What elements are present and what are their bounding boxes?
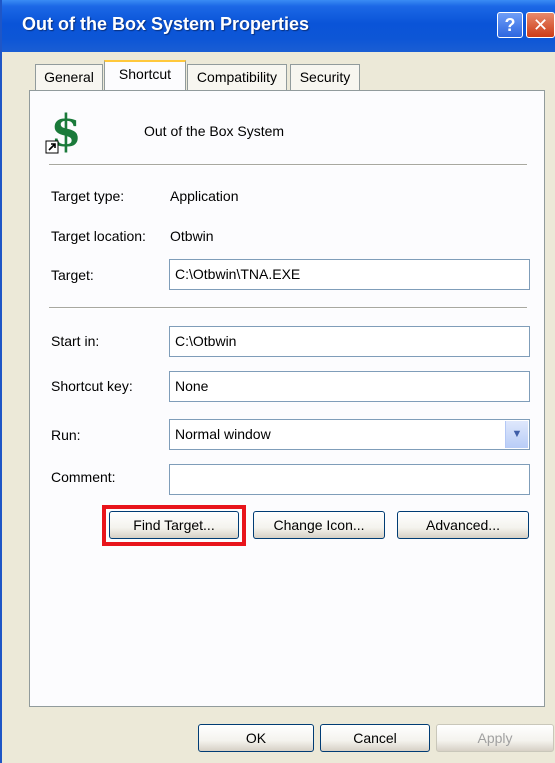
change-icon-button[interactable]: Change Icon... (253, 511, 385, 539)
properties-window: Out of the Box System Properties ? ✕ Gen… (0, 0, 555, 763)
run-label: Run: (51, 427, 81, 443)
run-select[interactable]: Normal window ▼ (169, 419, 530, 450)
window-title: Out of the Box System Properties (22, 14, 310, 34)
comment-input[interactable] (169, 464, 530, 495)
separator (49, 164, 527, 166)
shortcut-name: Out of the Box System (144, 123, 285, 139)
cancel-button[interactable]: Cancel (320, 724, 430, 752)
shortcut-key-label: Shortcut key: (51, 378, 133, 394)
apply-button[interactable]: Apply (436, 724, 554, 752)
comment-label: Comment: (51, 469, 116, 485)
target-input[interactable]: C:\Otbwin\TNA.EXE (169, 259, 530, 290)
target-location-label: Target location: (51, 228, 146, 244)
target-label: Target: (51, 267, 94, 283)
start-in-label: Start in: (51, 333, 100, 349)
ok-button[interactable]: OK (198, 724, 314, 752)
tab-security[interactable]: Security (290, 64, 360, 90)
target-location-value: Otbwin (170, 228, 214, 244)
tab-shortcut[interactable]: Shortcut (104, 60, 186, 90)
run-select-value: Normal window (175, 426, 271, 442)
dollar-shortcut-icon: $ (45, 108, 81, 156)
shortcut-key-input[interactable]: None (169, 371, 530, 402)
tab-general[interactable]: General (35, 64, 103, 90)
advanced-button[interactable]: Advanced... (397, 511, 529, 539)
tab-compatibility[interactable]: Compatibility (187, 64, 287, 90)
close-button[interactable]: ✕ (526, 12, 555, 38)
separator (49, 307, 527, 309)
title-bar[interactable]: Out of the Box System Properties ? ✕ (2, 0, 555, 52)
help-button[interactable]: ? (497, 12, 523, 38)
find-target-highlight (102, 505, 246, 546)
start-in-input[interactable]: C:\Otbwin (169, 326, 530, 357)
target-type-label: Target type: (51, 188, 125, 204)
target-type-value: Application (170, 188, 239, 204)
chevron-down-icon[interactable]: ▼ (505, 421, 528, 448)
